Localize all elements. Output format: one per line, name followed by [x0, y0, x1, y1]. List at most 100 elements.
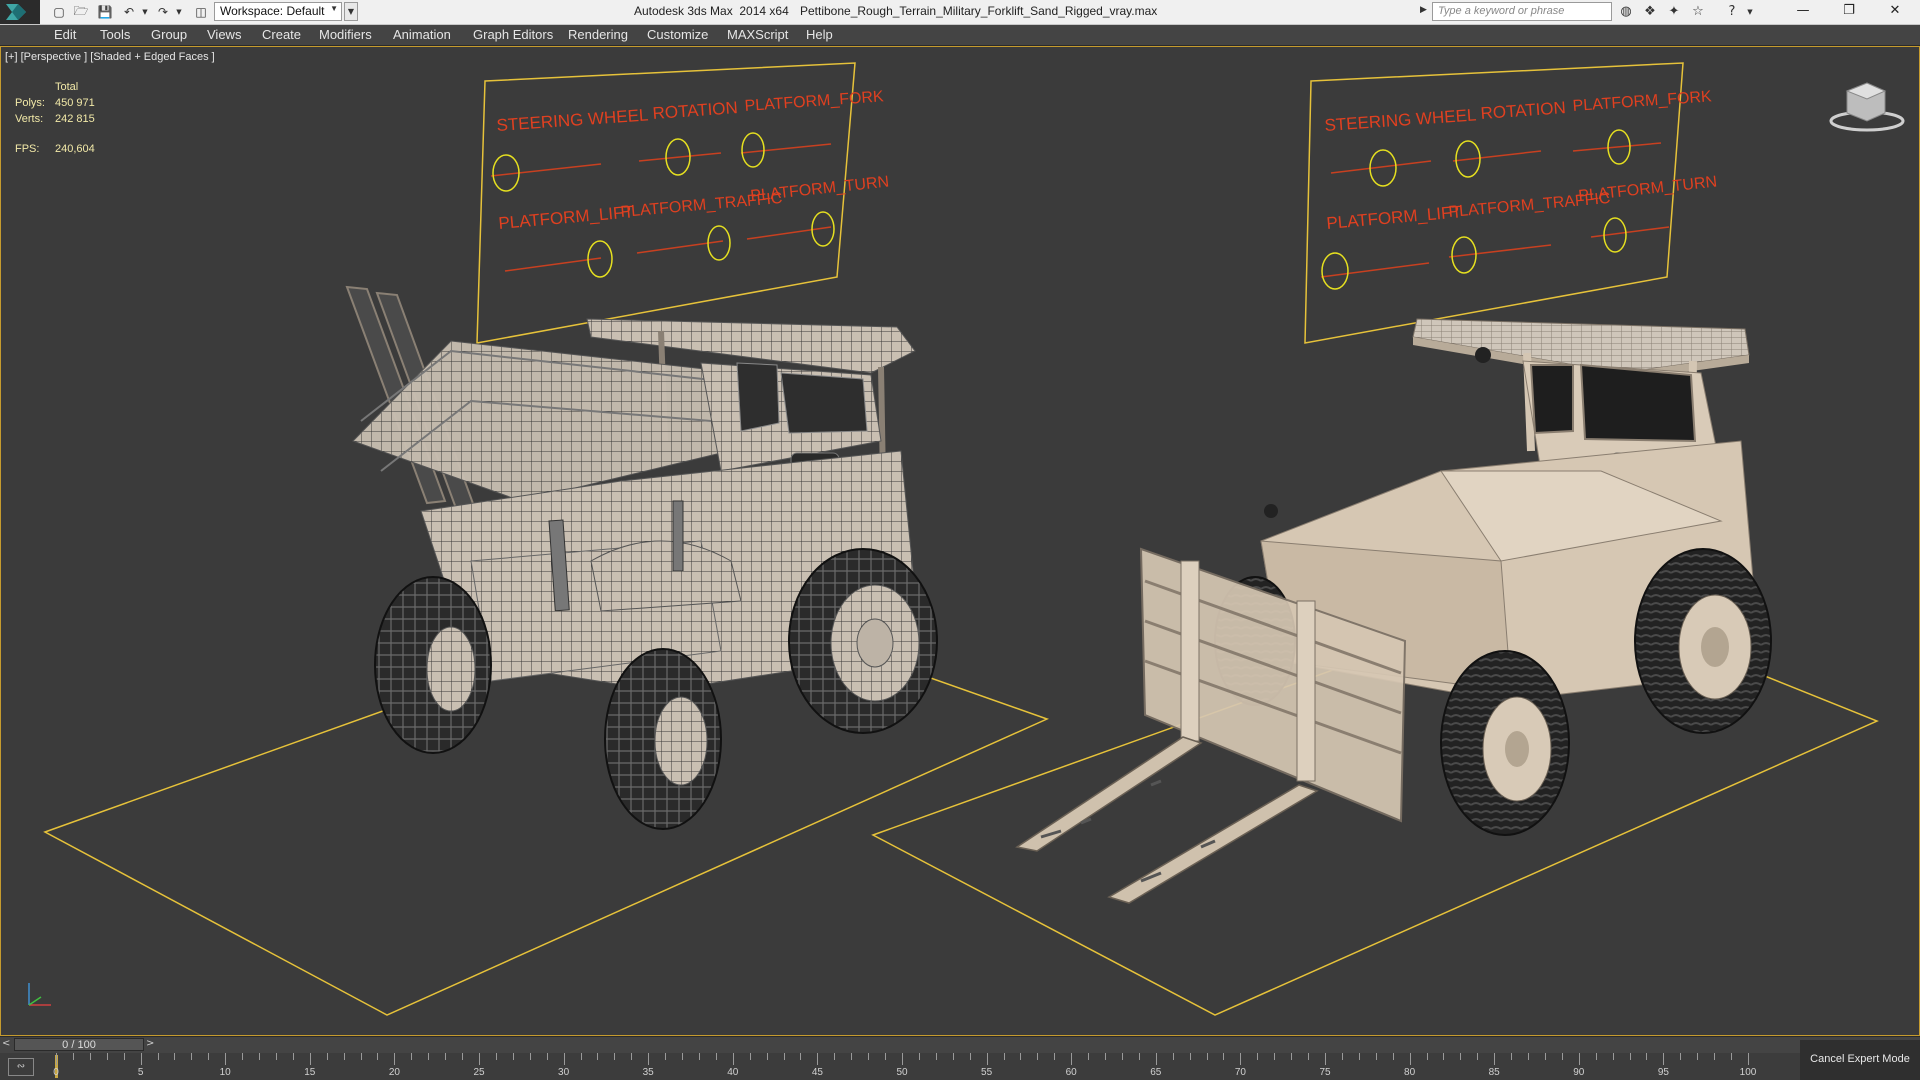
ruler-tick	[1223, 1053, 1225, 1060]
chevron-right-icon[interactable]: >	[146, 1038, 154, 1049]
menu-edit[interactable]: Edit	[54, 27, 76, 42]
ruler-tick	[1020, 1053, 1022, 1060]
rig-label-platform-lift: PLATFORM_LIFT	[498, 202, 635, 233]
menu-maxscript[interactable]: MAXScript	[727, 27, 788, 42]
ruler-tick	[834, 1053, 836, 1060]
ruler-tick	[1375, 1053, 1377, 1060]
workspace-options-icon[interactable]: ▼	[344, 2, 358, 21]
title-bar: ▢ 🗁 💾 ↶ ▼ ↷ ▼ ◫ Workspace: Default ▼ ▼ A…	[0, 0, 1920, 25]
ruler-tick	[1612, 1053, 1614, 1060]
ruler-tick	[1291, 1053, 1293, 1060]
menu-rendering[interactable]: Rendering	[568, 27, 628, 42]
rig-label-steering-wheel: STEERING WHEEL	[496, 105, 649, 135]
trackbar[interactable]: ∾ 0 5 10 15 20 25 30 35 40 45 50 55 60 65 70 75 80 85 90 95…	[0, 1053, 1920, 1080]
ruler-tick	[800, 1053, 802, 1060]
ruler-tick-label: 60	[1065, 1067, 1077, 1078]
ruler-tick	[1121, 1053, 1123, 1060]
open-folder-icon[interactable]: 🗁	[72, 3, 90, 21]
ruler-tick	[1443, 1053, 1445, 1060]
workspace-dropdown[interactable]: Workspace: Default ▼	[214, 2, 342, 21]
ruler-tick	[1341, 1053, 1343, 1060]
ruler-tick	[766, 1053, 768, 1060]
rig-panel-left[interactable]: STEERING WHEEL ROTATION PLATFORM_FORK PL…	[476, 62, 890, 344]
ruler-tick	[1426, 1053, 1428, 1060]
rig-label-rotation: ROTATION	[652, 98, 738, 123]
ruler-tick	[665, 1053, 667, 1060]
ruler-tick	[208, 1053, 210, 1060]
menu-create[interactable]: Create	[262, 27, 301, 42]
menu-graph-editors[interactable]: Graph Editors	[473, 27, 553, 42]
ruler-tick	[1054, 1053, 1056, 1060]
time-slider-thumb[interactable]: 0 / 100	[14, 1038, 144, 1051]
ruler-tick	[1731, 1053, 1733, 1060]
ruler-tick	[411, 1053, 413, 1060]
rig-panel-right[interactable]: STEERING WHEEL ROTATION PLATFORM_FORK PL…	[1304, 62, 1718, 344]
ruler-tick	[580, 1053, 582, 1060]
redo-dropdown-icon[interactable]: ▼	[170, 3, 188, 21]
curve-editor-icon[interactable]: ∾	[8, 1058, 34, 1076]
chevron-left-icon[interactable]: <	[2, 1038, 10, 1049]
ruler-tick-label: 5	[137, 1067, 144, 1078]
ruler-tick	[89, 1053, 91, 1060]
ruler-tick	[1680, 1053, 1682, 1060]
favorites-star-icon[interactable]: ☆	[1688, 3, 1708, 21]
ruler-tick	[495, 1053, 497, 1060]
undo-dropdown-icon[interactable]: ▼	[136, 3, 154, 21]
subscription-icon[interactable]: ❖	[1640, 3, 1660, 21]
help-dropdown-icon[interactable]: ▼	[1740, 3, 1760, 21]
ruler-tick	[1138, 1053, 1140, 1060]
menu-group[interactable]: Group	[151, 27, 187, 42]
menu-tools[interactable]: Tools	[100, 27, 130, 42]
ruler-tick	[512, 1053, 514, 1060]
ruler-tick-label: 10	[219, 1067, 231, 1078]
ruler-tick	[56, 1053, 57, 1065]
rig-label-rotation: ROTATION	[1480, 98, 1566, 123]
rig-handle-platform-lift[interactable]	[1321, 252, 1349, 290]
rig-label-platform-fork: PLATFORM_FORK	[1572, 88, 1712, 115]
viewcube-icon[interactable]	[1829, 82, 1905, 132]
ruler-tick	[715, 1053, 717, 1060]
scene-canvas[interactable]: STEERING WHEEL ROTATION PLATFORM_FORK PL…	[1, 47, 1919, 1035]
app-title: Autodesk 3ds Max 2014 x64	[634, 4, 789, 18]
close-icon[interactable]: ✕	[1872, 0, 1918, 24]
ruler-tick	[935, 1053, 937, 1060]
communication-icon[interactable]: ✦	[1664, 3, 1684, 21]
ruler-tick	[1511, 1053, 1513, 1060]
frame-ruler[interactable]: 0 5 10 15 20 25 30 35 40 45 50 55 60 65 70 75 80 85 90 95 10…	[53, 1053, 1796, 1080]
ruler-tick	[1477, 1053, 1479, 1060]
cancel-expert-mode-button[interactable]: Cancel Expert Mode	[1800, 1040, 1920, 1080]
menu-modifiers[interactable]: Modifiers	[319, 27, 372, 42]
ruler-tick	[1528, 1053, 1530, 1060]
perspective-viewport[interactable]: [+] [Perspective ] [Shaded + Edged Faces…	[0, 46, 1920, 1036]
hold-project-icon[interactable]: ◫	[192, 3, 210, 21]
restore-icon[interactable]: ❐	[1826, 0, 1872, 24]
ruler-tick	[479, 1053, 480, 1065]
ruler-tick	[225, 1053, 227, 1065]
app-logo-icon[interactable]	[0, 0, 40, 24]
forklift-shaded-model[interactable]	[1015, 318, 1772, 904]
ruler-tick	[259, 1053, 261, 1060]
search-expand-icon[interactable]: ▶	[1420, 5, 1427, 15]
menu-views[interactable]: Views	[207, 27, 241, 42]
ruler-tick	[157, 1053, 159, 1060]
menu-help[interactable]: Help	[806, 27, 833, 42]
menu-customize[interactable]: Customize	[647, 27, 708, 42]
binoculars-icon[interactable]: ◍	[1616, 3, 1636, 21]
new-file-icon[interactable]: ▢	[50, 3, 68, 21]
ruler-tick	[309, 1053, 311, 1065]
search-input[interactable]: Type a keyword or phrase	[1432, 2, 1612, 21]
ruler-tick	[360, 1053, 362, 1060]
ruler-tick	[648, 1053, 650, 1065]
save-icon[interactable]: 💾	[96, 3, 114, 21]
menu-animation[interactable]: Animation	[393, 27, 451, 42]
ruler-tick	[292, 1053, 294, 1060]
help-icon[interactable]: ?	[1722, 3, 1742, 21]
ruler-tick-label: 85	[1488, 1067, 1500, 1078]
ruler-tick	[242, 1053, 244, 1060]
ruler-tick	[394, 1053, 396, 1065]
ruler-tick	[1409, 1053, 1411, 1065]
rig-handle-platform-fork[interactable]	[741, 132, 765, 168]
forklift-wireframe-model[interactable]	[345, 285, 938, 830]
time-slider[interactable]: < 0 / 100 >	[0, 1036, 1920, 1053]
minimize-icon[interactable]: —	[1780, 0, 1826, 24]
